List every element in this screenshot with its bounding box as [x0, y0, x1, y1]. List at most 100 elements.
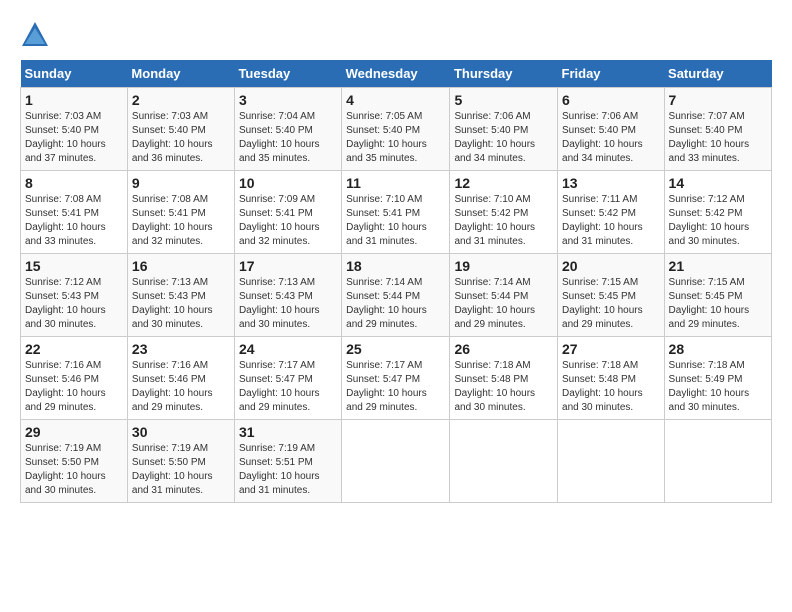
day-number: 20 [562, 258, 660, 274]
day-number: 18 [346, 258, 445, 274]
day-info: Sunrise: 7:17 AMSunset: 5:47 PMDaylight:… [346, 360, 427, 413]
day-info: Sunrise: 7:06 AMSunset: 5:40 PMDaylight:… [562, 111, 643, 164]
day-info: Sunrise: 7:15 AMSunset: 5:45 PMDaylight:… [562, 277, 643, 330]
calendar-cell: 3 Sunrise: 7:04 AMSunset: 5:40 PMDayligh… [234, 88, 341, 171]
calendar-cell: 18 Sunrise: 7:14 AMSunset: 5:44 PMDaylig… [342, 254, 450, 337]
calendar-week-3: 15 Sunrise: 7:12 AMSunset: 5:43 PMDaylig… [21, 254, 772, 337]
day-number: 25 [346, 341, 445, 357]
day-number: 5 [454, 92, 553, 108]
calendar-cell: 28 Sunrise: 7:18 AMSunset: 5:49 PMDaylig… [664, 337, 771, 420]
calendar-week-4: 22 Sunrise: 7:16 AMSunset: 5:46 PMDaylig… [21, 337, 772, 420]
day-info: Sunrise: 7:15 AMSunset: 5:45 PMDaylight:… [669, 277, 750, 330]
day-number: 11 [346, 175, 445, 191]
day-info: Sunrise: 7:12 AMSunset: 5:42 PMDaylight:… [669, 194, 750, 247]
day-number: 7 [669, 92, 767, 108]
day-info: Sunrise: 7:09 AMSunset: 5:41 PMDaylight:… [239, 194, 320, 247]
day-info: Sunrise: 7:10 AMSunset: 5:41 PMDaylight:… [346, 194, 427, 247]
weekday-header-wednesday: Wednesday [342, 60, 450, 88]
day-info: Sunrise: 7:05 AMSunset: 5:40 PMDaylight:… [346, 111, 427, 164]
header [20, 20, 772, 50]
calendar-cell: 8 Sunrise: 7:08 AMSunset: 5:41 PMDayligh… [21, 171, 128, 254]
calendar-cell: 7 Sunrise: 7:07 AMSunset: 5:40 PMDayligh… [664, 88, 771, 171]
calendar-cell: 15 Sunrise: 7:12 AMSunset: 5:43 PMDaylig… [21, 254, 128, 337]
day-info: Sunrise: 7:14 AMSunset: 5:44 PMDaylight:… [346, 277, 427, 330]
day-number: 12 [454, 175, 553, 191]
calendar-cell: 2 Sunrise: 7:03 AMSunset: 5:40 PMDayligh… [127, 88, 234, 171]
logo [20, 20, 54, 50]
day-info: Sunrise: 7:03 AMSunset: 5:40 PMDaylight:… [25, 111, 106, 164]
calendar-cell: 12 Sunrise: 7:10 AMSunset: 5:42 PMDaylig… [450, 171, 558, 254]
calendar-cell: 19 Sunrise: 7:14 AMSunset: 5:44 PMDaylig… [450, 254, 558, 337]
weekday-header-tuesday: Tuesday [234, 60, 341, 88]
day-number: 15 [25, 258, 123, 274]
weekday-header-saturday: Saturday [664, 60, 771, 88]
day-number: 23 [132, 341, 230, 357]
day-info: Sunrise: 7:08 AMSunset: 5:41 PMDaylight:… [132, 194, 213, 247]
calendar-cell [664, 420, 771, 503]
calendar-cell: 5 Sunrise: 7:06 AMSunset: 5:40 PMDayligh… [450, 88, 558, 171]
day-info: Sunrise: 7:19 AMSunset: 5:51 PMDaylight:… [239, 443, 320, 496]
calendar-cell: 30 Sunrise: 7:19 AMSunset: 5:50 PMDaylig… [127, 420, 234, 503]
calendar-week-1: 1 Sunrise: 7:03 AMSunset: 5:40 PMDayligh… [21, 88, 772, 171]
day-info: Sunrise: 7:13 AMSunset: 5:43 PMDaylight:… [239, 277, 320, 330]
calendar-cell: 14 Sunrise: 7:12 AMSunset: 5:42 PMDaylig… [664, 171, 771, 254]
day-info: Sunrise: 7:19 AMSunset: 5:50 PMDaylight:… [132, 443, 213, 496]
weekday-header-sunday: Sunday [21, 60, 128, 88]
day-info: Sunrise: 7:17 AMSunset: 5:47 PMDaylight:… [239, 360, 320, 413]
calendar-cell: 6 Sunrise: 7:06 AMSunset: 5:40 PMDayligh… [558, 88, 665, 171]
day-number: 6 [562, 92, 660, 108]
day-number: 1 [25, 92, 123, 108]
calendar-cell [450, 420, 558, 503]
calendar-cell: 9 Sunrise: 7:08 AMSunset: 5:41 PMDayligh… [127, 171, 234, 254]
day-info: Sunrise: 7:16 AMSunset: 5:46 PMDaylight:… [132, 360, 213, 413]
calendar-cell: 26 Sunrise: 7:18 AMSunset: 5:48 PMDaylig… [450, 337, 558, 420]
calendar-week-5: 29 Sunrise: 7:19 AMSunset: 5:50 PMDaylig… [21, 420, 772, 503]
day-info: Sunrise: 7:11 AMSunset: 5:42 PMDaylight:… [562, 194, 643, 247]
calendar-table: SundayMondayTuesdayWednesdayThursdayFrid… [20, 60, 772, 503]
calendar-cell [558, 420, 665, 503]
day-number: 9 [132, 175, 230, 191]
day-info: Sunrise: 7:12 AMSunset: 5:43 PMDaylight:… [25, 277, 106, 330]
calendar-cell: 1 Sunrise: 7:03 AMSunset: 5:40 PMDayligh… [21, 88, 128, 171]
day-number: 2 [132, 92, 230, 108]
calendar-cell: 23 Sunrise: 7:16 AMSunset: 5:46 PMDaylig… [127, 337, 234, 420]
calendar-cell: 10 Sunrise: 7:09 AMSunset: 5:41 PMDaylig… [234, 171, 341, 254]
weekday-header-row: SundayMondayTuesdayWednesdayThursdayFrid… [21, 60, 772, 88]
day-number: 4 [346, 92, 445, 108]
day-number: 31 [239, 424, 337, 440]
day-info: Sunrise: 7:06 AMSunset: 5:40 PMDaylight:… [454, 111, 535, 164]
day-number: 27 [562, 341, 660, 357]
day-info: Sunrise: 7:14 AMSunset: 5:44 PMDaylight:… [454, 277, 535, 330]
weekday-header-monday: Monday [127, 60, 234, 88]
calendar-cell: 25 Sunrise: 7:17 AMSunset: 5:47 PMDaylig… [342, 337, 450, 420]
weekday-header-thursday: Thursday [450, 60, 558, 88]
day-info: Sunrise: 7:03 AMSunset: 5:40 PMDaylight:… [132, 111, 213, 164]
calendar-cell: 20 Sunrise: 7:15 AMSunset: 5:45 PMDaylig… [558, 254, 665, 337]
day-info: Sunrise: 7:13 AMSunset: 5:43 PMDaylight:… [132, 277, 213, 330]
calendar-cell: 27 Sunrise: 7:18 AMSunset: 5:48 PMDaylig… [558, 337, 665, 420]
calendar-cell: 24 Sunrise: 7:17 AMSunset: 5:47 PMDaylig… [234, 337, 341, 420]
day-info: Sunrise: 7:18 AMSunset: 5:48 PMDaylight:… [562, 360, 643, 413]
calendar-cell: 22 Sunrise: 7:16 AMSunset: 5:46 PMDaylig… [21, 337, 128, 420]
day-number: 19 [454, 258, 553, 274]
calendar-cell: 13 Sunrise: 7:11 AMSunset: 5:42 PMDaylig… [558, 171, 665, 254]
day-number: 22 [25, 341, 123, 357]
day-number: 8 [25, 175, 123, 191]
calendar-cell: 17 Sunrise: 7:13 AMSunset: 5:43 PMDaylig… [234, 254, 341, 337]
day-info: Sunrise: 7:16 AMSunset: 5:46 PMDaylight:… [25, 360, 106, 413]
logo-icon [20, 20, 50, 50]
day-info: Sunrise: 7:19 AMSunset: 5:50 PMDaylight:… [25, 443, 106, 496]
day-info: Sunrise: 7:04 AMSunset: 5:40 PMDaylight:… [239, 111, 320, 164]
day-number: 26 [454, 341, 553, 357]
day-info: Sunrise: 7:08 AMSunset: 5:41 PMDaylight:… [25, 194, 106, 247]
calendar-week-2: 8 Sunrise: 7:08 AMSunset: 5:41 PMDayligh… [21, 171, 772, 254]
calendar-cell: 21 Sunrise: 7:15 AMSunset: 5:45 PMDaylig… [664, 254, 771, 337]
day-number: 29 [25, 424, 123, 440]
calendar-cell [342, 420, 450, 503]
day-info: Sunrise: 7:10 AMSunset: 5:42 PMDaylight:… [454, 194, 535, 247]
calendar-cell: 31 Sunrise: 7:19 AMSunset: 5:51 PMDaylig… [234, 420, 341, 503]
day-number: 3 [239, 92, 337, 108]
day-number: 10 [239, 175, 337, 191]
day-number: 28 [669, 341, 767, 357]
calendar-cell: 4 Sunrise: 7:05 AMSunset: 5:40 PMDayligh… [342, 88, 450, 171]
